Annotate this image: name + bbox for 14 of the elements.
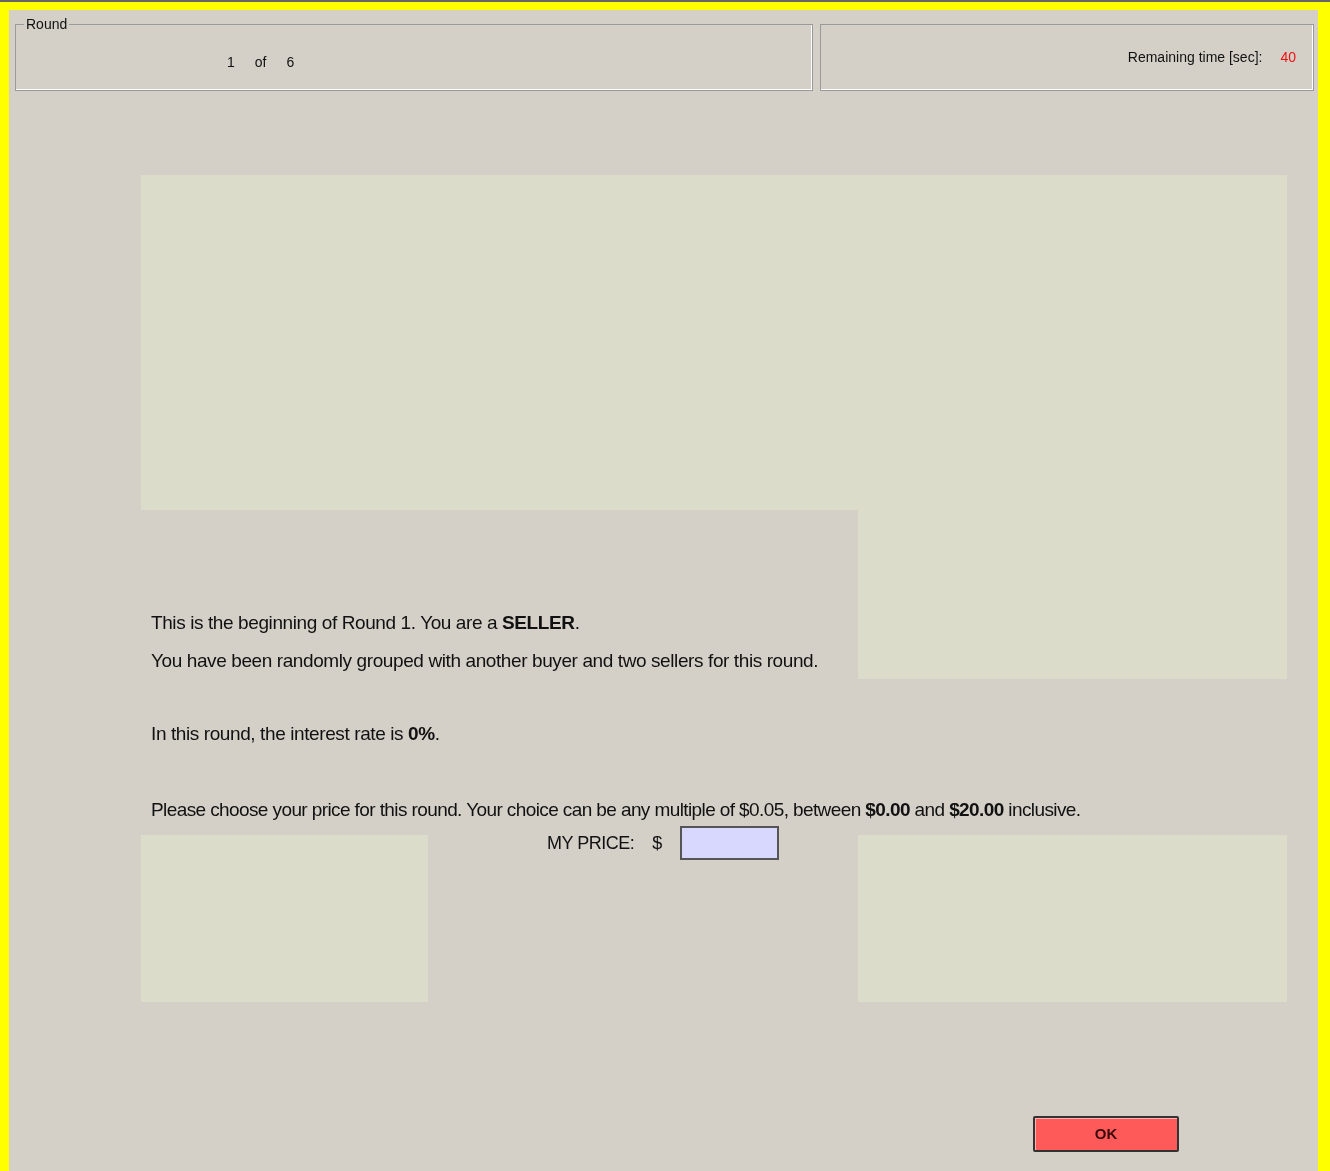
timer-value: 40 xyxy=(1280,48,1296,67)
price-label: MY PRICE: xyxy=(547,832,635,855)
currency-symbol: $ xyxy=(652,832,663,855)
intro-text: You have been randomly grouped with another buyer and two sellers for this round. xyxy=(151,649,820,673)
of-label: of xyxy=(254,53,267,72)
interest-text: In this round, the interest rate is 0%. xyxy=(150,722,441,746)
timer-label: Remaining time [sec]: xyxy=(1127,48,1263,67)
round-number: 1 xyxy=(227,53,235,72)
intro-text: This is the beginning of Round 1. You are a SELLER. xyxy=(151,611,581,635)
ok-button[interactable]: OK xyxy=(1033,1116,1179,1152)
price-input[interactable] xyxy=(680,826,780,860)
price-prompt: Please choose your price for this round. Your choice can be any multiple of $0.05, between $0.00 and $20.00 inclusive. xyxy=(150,798,1082,822)
round-title: Round xyxy=(24,16,70,32)
round-total: 6 xyxy=(286,53,295,72)
